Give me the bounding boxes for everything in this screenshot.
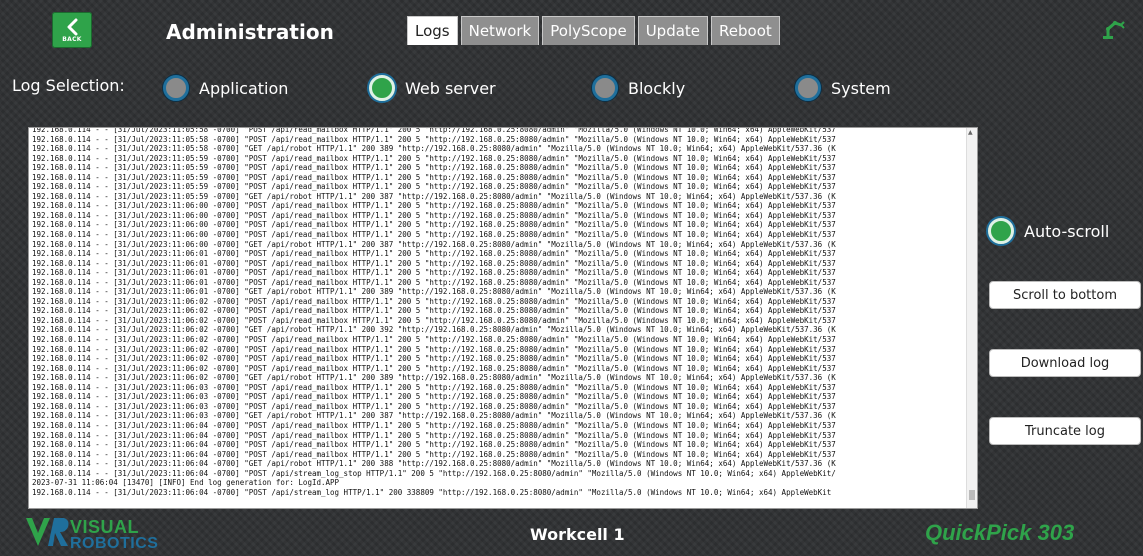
truncate-log-button[interactable]: Truncate log [989, 417, 1141, 445]
autoscroll-label: Auto-scroll [1024, 221, 1110, 241]
page-title: Administration [166, 20, 334, 44]
log-line: 192.168.0.114 - - [31/Jul/2023:11:06:02 … [32, 363, 836, 373]
back-label: BACK [62, 35, 82, 43]
product-name: QuickPick 303 [925, 520, 1074, 546]
radio-dot [592, 75, 618, 101]
log-line: 192.168.0.114 - - [31/Jul/2023:11:06:00 … [32, 220, 836, 230]
log-line: 192.168.0.114 - - [31/Jul/2023:11:06:04 … [32, 487, 832, 497]
log-line: 192.168.0.114 - - [31/Jul/2023:11:06:02 … [32, 335, 836, 345]
log-line: 192.168.0.114 - - [31/Jul/2023:11:06:03 … [32, 411, 836, 421]
scroll-up-icon[interactable]: ▲ [968, 129, 973, 136]
radio-web-server[interactable]: Web server [369, 75, 496, 101]
log-line: 192.168.0.114 - - [31/Jul/2023:11:05:58 … [32, 134, 836, 144]
tab-bar: Logs Network PolyScope Update Reboot [407, 16, 780, 45]
tab-network[interactable]: Network [460, 16, 540, 45]
log-line: 192.168.0.114 - - [31/Jul/2023:11:05:59 … [32, 163, 836, 173]
log-line: 192.168.0.114 - - [31/Jul/2023:11:06:02 … [32, 344, 836, 354]
scroll-to-bottom-button[interactable]: Scroll to bottom [989, 281, 1141, 309]
log-line: 192.168.0.114 - - [31/Jul/2023:11:06:00 … [32, 230, 836, 240]
log-line: 192.168.0.114 - - [31/Jul/2023:11:06:02 … [32, 315, 836, 325]
autoscroll-toggle[interactable]: Auto-scroll [988, 218, 1109, 244]
robot-arm-icon[interactable] [1100, 18, 1126, 44]
log-line: 192.168.0.114 - - [31/Jul/2023:11:05:59 … [32, 191, 836, 201]
back-button[interactable]: BACK [52, 12, 92, 48]
log-line: 192.168.0.114 - - [31/Jul/2023:11:06:04 … [32, 440, 836, 450]
radio-dot [163, 75, 189, 101]
radio-dot [795, 75, 821, 101]
log-line: 192.168.0.114 - - [31/Jul/2023:11:06:01 … [32, 258, 836, 268]
tab-update[interactable]: Update [637, 16, 709, 45]
log-viewer[interactable]: 192.168.0.114 - - [31/Jul/2023:11:05:58 … [28, 127, 978, 509]
radio-label: System [831, 78, 891, 98]
vr-logo-icon [24, 514, 70, 554]
log-line: 192.168.0.114 - - [31/Jul/2023:11:06:00 … [32, 210, 836, 220]
radio-dot [988, 218, 1014, 244]
log-line: 192.168.0.114 - - [31/Jul/2023:11:06:04 … [32, 430, 836, 440]
radio-label: Web server [405, 78, 496, 98]
log-line: 192.168.0.114 - - [31/Jul/2023:11:06:03 … [32, 382, 836, 392]
log-line: 192.168.0.114 - - [31/Jul/2023:11:05:59 … [32, 172, 836, 182]
product-model: 303 [1031, 520, 1075, 545]
log-line: 192.168.0.114 - - [31/Jul/2023:11:06:04 … [32, 459, 836, 469]
log-scrollbar[interactable]: ▲ [966, 128, 977, 508]
log-line: 192.168.0.114 - - [31/Jul/2023:11:05:59 … [32, 182, 836, 192]
tab-polyscope[interactable]: PolyScope [542, 16, 635, 45]
log-line: 192.168.0.114 - - [31/Jul/2023:11:06:02 … [32, 306, 836, 316]
radio-label: Blockly [628, 78, 686, 98]
log-text: 192.168.0.114 - - [31/Jul/2023:11:05:58 … [32, 127, 965, 497]
log-line: 192.168.0.114 - - [31/Jul/2023:11:05:59 … [32, 153, 836, 163]
log-selection-label: Log Selection: [12, 76, 125, 95]
log-line: 192.168.0.114 - - [31/Jul/2023:11:06:02 … [32, 373, 836, 383]
log-line: 192.168.0.114 - - [31/Jul/2023:11:06:01 … [32, 277, 836, 287]
radio-label: Application [199, 78, 289, 98]
log-line: 192.168.0.114 - - [31/Jul/2023:11:06:01 … [32, 287, 836, 297]
log-line: 192.168.0.114 - - [31/Jul/2023:11:05:58 … [32, 127, 836, 134]
logo-text-robotics: ROBOTICS [70, 535, 159, 552]
tab-reboot[interactable]: Reboot [711, 16, 780, 45]
scroll-thumb[interactable] [969, 490, 975, 500]
workcell-name: Workcell 1 [530, 525, 625, 544]
log-line: 192.168.0.114 - - [31/Jul/2023:11:06:02 … [32, 325, 836, 335]
log-line: 192.168.0.114 - - [31/Jul/2023:11:06:04 … [32, 420, 836, 430]
log-line: 192.168.0.114 - - [31/Jul/2023:11:06:04 … [32, 449, 836, 459]
log-line: 192.168.0.114 - - [31/Jul/2023:11:05:58 … [32, 144, 836, 154]
log-line: 192.168.0.114 - - [31/Jul/2023:11:06:00 … [32, 201, 836, 211]
log-line: 192.168.0.114 - - [31/Jul/2023:11:06:00 … [32, 239, 836, 249]
radio-dot [369, 75, 395, 101]
log-line: 2023-07-31 11:06:04 [13470] [INFO] End l… [32, 478, 340, 488]
radio-application[interactable]: Application [163, 75, 288, 101]
log-line: 192.168.0.114 - - [31/Jul/2023:11:06:01 … [32, 268, 836, 278]
radio-blockly[interactable]: Blockly [592, 75, 685, 101]
log-line: 192.168.0.114 - - [31/Jul/2023:11:06:02 … [32, 296, 836, 306]
log-line: 192.168.0.114 - - [31/Jul/2023:11:06:02 … [32, 354, 836, 364]
radio-system[interactable]: System [795, 75, 891, 101]
download-log-button[interactable]: Download log [989, 349, 1141, 377]
log-line: 192.168.0.114 - - [31/Jul/2023:11:06:03 … [32, 392, 836, 402]
product-brand: QuickPick [925, 520, 1032, 545]
log-line: 192.168.0.114 - - [31/Jul/2023:11:06:01 … [32, 249, 836, 259]
log-line: 192.168.0.114 - - [31/Jul/2023:11:06:04 … [32, 468, 836, 478]
tab-logs[interactable]: Logs [407, 16, 458, 45]
log-line: 192.168.0.114 - - [31/Jul/2023:11:06:03 … [32, 401, 836, 411]
chevron-left-icon [67, 18, 78, 35]
